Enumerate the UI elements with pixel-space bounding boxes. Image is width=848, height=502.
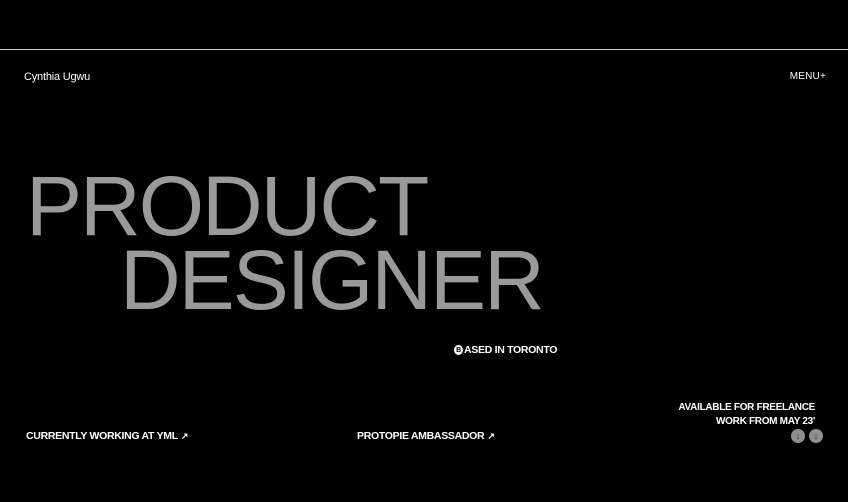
menu-button[interactable]: MENU+: [790, 71, 826, 82]
protopie-ambassador-label: PROTOPIE AMBASSADOR: [357, 430, 485, 442]
hero-title-line-2: DESIGNER: [120, 233, 545, 327]
availability-line-1: AVAILABLE FOR FREELANCE: [678, 402, 815, 413]
protopie-ambassador-link[interactable]: PROTOPIE AMBASSADOR ↗: [357, 430, 495, 442]
arrow-up-right-icon: ↗: [487, 431, 495, 441]
scroll-down-button[interactable]: ↓: [791, 429, 805, 443]
current-work-link[interactable]: CURRENTLY WORKING AT YML ↗: [26, 430, 188, 442]
arrow-down-icon: ↓: [795, 431, 801, 441]
top-divider: [0, 49, 848, 50]
page: Cynthia Ugwu MENU+ PRODUCT DESIGNER B AS…: [0, 0, 848, 502]
location-text: B ASED IN TORONTO: [454, 344, 557, 356]
arrow-up-right-icon: ↗: [180, 431, 189, 441]
scroll-down-button-secondary[interactable]: ↓: [809, 429, 823, 443]
brand-name[interactable]: Cynthia Ugwu: [24, 71, 90, 83]
current-work-label: CURRENTLY WORKING AT YML: [26, 430, 178, 442]
location-label: ASED IN TORONTO: [464, 344, 558, 356]
arrow-down-icon: ↓: [813, 431, 819, 441]
location-glyph-icon: B: [454, 345, 463, 355]
availability-line-2: WORK FROM MAY 23': [716, 416, 815, 427]
